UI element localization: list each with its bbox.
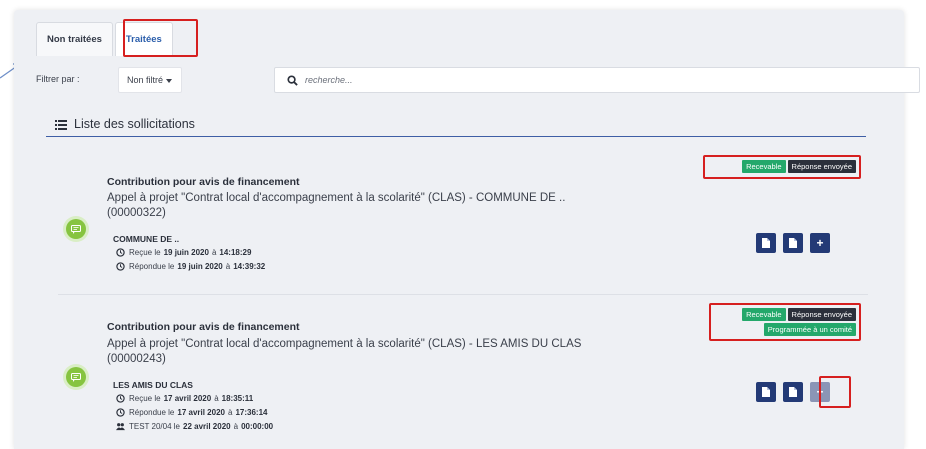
list-title: Liste des sollicitations bbox=[74, 117, 195, 131]
document-icon bbox=[789, 387, 797, 397]
clock-icon bbox=[116, 394, 125, 403]
received-at: à bbox=[214, 394, 219, 403]
committee-time: 00:00:00 bbox=[241, 422, 274, 431]
status-badges: Recevable Réponse envoyée Programmée à u… bbox=[696, 308, 856, 336]
committee-at: à bbox=[233, 422, 239, 431]
answered-at: à bbox=[227, 408, 233, 417]
tab-bar: Non traitées Traitées bbox=[36, 22, 175, 56]
list-header: Liste des sollicitations bbox=[46, 107, 866, 137]
item-actions: + bbox=[756, 382, 830, 402]
add-button[interactable]: + bbox=[810, 382, 830, 402]
chat-icon bbox=[71, 372, 81, 382]
avatar bbox=[66, 367, 86, 387]
item-committee: TEST 20/04 le 22 avril 2020 à 00:00:00 bbox=[116, 422, 276, 431]
solicitations-list: Liste des sollicitations Contribution po… bbox=[46, 107, 882, 447]
clock-icon bbox=[116, 262, 125, 271]
clock-icon bbox=[116, 408, 125, 417]
document-icon bbox=[762, 238, 770, 248]
list-item: Contribution pour avis de financement Ap… bbox=[58, 143, 868, 295]
document-icon bbox=[762, 387, 770, 397]
list-item: Contribution pour avis de financement Ap… bbox=[58, 296, 868, 448]
received-prefix: Reçue le bbox=[129, 248, 161, 257]
status-badge: Réponse envoyée bbox=[787, 308, 856, 321]
plus-icon: + bbox=[816, 236, 824, 250]
search-input[interactable] bbox=[305, 71, 905, 89]
view-document-button[interactable] bbox=[756, 382, 776, 402]
answered-prefix: Répondue le bbox=[129, 408, 175, 417]
item-received: Reçue le 17 avril 2020 à 18:35:11 bbox=[116, 394, 256, 403]
item-organization: COMMUNE DE .. bbox=[113, 234, 180, 244]
item-title: Contribution pour avis de financement bbox=[107, 321, 300, 333]
group-icon bbox=[116, 423, 125, 431]
document-icon bbox=[789, 238, 797, 248]
download-document-button[interactable] bbox=[783, 233, 803, 253]
add-button[interactable]: + bbox=[810, 233, 830, 253]
tab-non-traitees[interactable]: Non traitées bbox=[36, 22, 113, 56]
committee-prefix: TEST 20/04 le bbox=[129, 422, 180, 431]
item-answered: Répondue le 19 juin 2020 à 14:39:32 bbox=[116, 262, 268, 271]
plus-icon: + bbox=[816, 385, 824, 399]
answered-date: 19 juin 2020 bbox=[177, 262, 223, 271]
received-time: 14:18:29 bbox=[219, 248, 252, 257]
answered-prefix: Répondue le bbox=[129, 262, 175, 271]
caret-down-icon bbox=[166, 78, 173, 83]
status-badge: Programmée à un comité bbox=[763, 323, 856, 336]
item-title: Contribution pour avis de financement bbox=[107, 176, 300, 188]
filter-label: Filtrer par : bbox=[36, 74, 80, 84]
item-description: Appel à projet "Contrat local d'accompag… bbox=[107, 338, 582, 365]
answered-at: à bbox=[225, 262, 231, 271]
received-date: 19 juin 2020 bbox=[163, 248, 209, 257]
status-badges: Recevable Réponse envoyée bbox=[696, 160, 856, 173]
item-actions: + bbox=[756, 233, 830, 253]
clock-icon bbox=[116, 248, 125, 257]
filter-select-value: Non filtré bbox=[127, 75, 164, 85]
item-answered: Répondue le 17 avril 2020 à 17:36:14 bbox=[116, 408, 270, 417]
filter-select[interactable]: Non filtré bbox=[118, 67, 182, 93]
answered-time: 14:39:32 bbox=[233, 262, 266, 271]
avatar bbox=[66, 219, 86, 239]
received-at: à bbox=[211, 248, 217, 257]
chat-icon bbox=[71, 224, 81, 234]
tab-traitees[interactable]: Traitées bbox=[114, 22, 173, 56]
committee-date: 22 avril 2020 bbox=[183, 422, 231, 431]
status-badge: Recevable bbox=[742, 308, 786, 321]
download-document-button[interactable] bbox=[783, 382, 803, 402]
view-document-button[interactable] bbox=[756, 233, 776, 253]
status-badge: Réponse envoyée bbox=[787, 160, 856, 173]
received-time: 18:35:11 bbox=[221, 394, 254, 403]
answered-date: 17 avril 2020 bbox=[177, 408, 225, 417]
received-date: 17 avril 2020 bbox=[163, 394, 212, 403]
status-badge: Recevable bbox=[742, 160, 786, 173]
received-prefix: Reçue le bbox=[129, 394, 161, 403]
search-box[interactable] bbox=[274, 67, 920, 93]
search-icon bbox=[287, 75, 298, 86]
item-received: Reçue le 19 juin 2020 à 14:18:29 bbox=[116, 248, 254, 257]
item-organization: LES AMIS DU CLAS bbox=[113, 380, 193, 390]
list-icon bbox=[55, 120, 67, 130]
filter-row: Filtrer par : Non filtré bbox=[30, 65, 920, 95]
answered-time: 17:36:14 bbox=[235, 408, 268, 417]
item-description: Appel à projet "Contrat local d'accompag… bbox=[107, 192, 566, 219]
